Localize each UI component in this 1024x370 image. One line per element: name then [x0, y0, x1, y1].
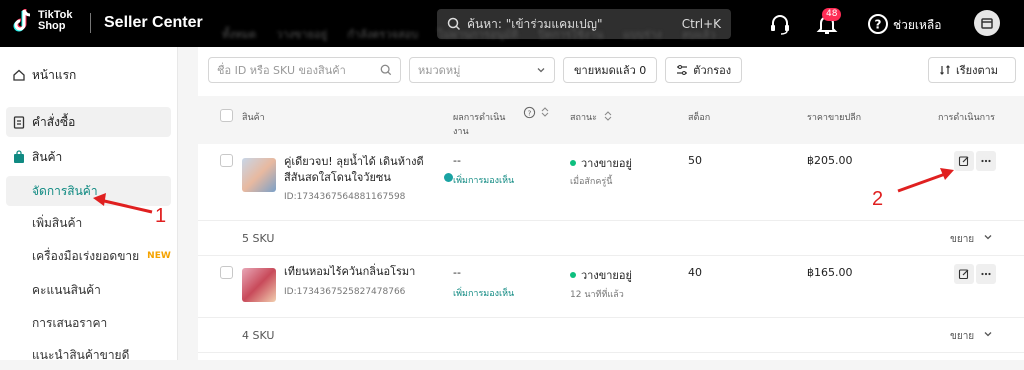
annotation-label-1: 1	[155, 205, 167, 227]
arrow-2	[897, 168, 954, 193]
annotation-overlay	[93, 168, 954, 214]
annotation-label-2: 2	[872, 188, 884, 210]
arrow-1	[93, 193, 153, 214]
